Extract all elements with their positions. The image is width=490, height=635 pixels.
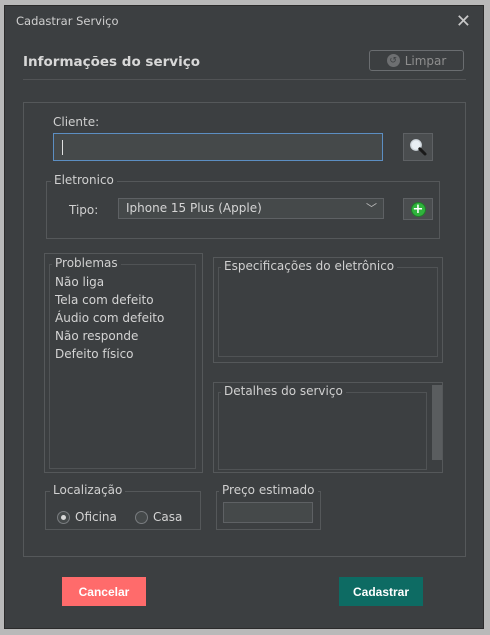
window-title: Cadastrar Serviço bbox=[16, 14, 119, 28]
problems-legend: Problemas bbox=[52, 256, 121, 270]
problem-item[interactable]: Não liga bbox=[55, 275, 104, 289]
radio-casa-label: Casa bbox=[153, 510, 183, 524]
header-divider bbox=[23, 79, 466, 80]
specs-group: Especificações do eletrônico bbox=[218, 259, 438, 357]
specs-textarea[interactable]: Especificações do eletrônico bbox=[213, 257, 443, 363]
details-group: Detalhes do serviço bbox=[218, 384, 427, 470]
type-label: Tipo: bbox=[69, 203, 99, 217]
problem-item[interactable]: Defeito físico bbox=[55, 347, 134, 361]
clear-button[interactable]: ↺ Limpar bbox=[369, 50, 464, 71]
radio-oficina[interactable]: Oficina bbox=[57, 510, 117, 524]
radio-oficina-label: Oficina bbox=[75, 510, 117, 524]
close-icon[interactable]: ✕ bbox=[456, 11, 471, 32]
type-select-value: Iphone 15 Plus (Apple) bbox=[126, 201, 262, 215]
type-select[interactable]: Iphone 15 Plus (Apple) ﹀ bbox=[118, 198, 384, 219]
details-textarea[interactable]: Detalhes do serviço bbox=[213, 382, 443, 473]
green-plus-icon: + bbox=[410, 201, 426, 217]
chevron-down-icon: ﹀ bbox=[366, 202, 377, 215]
client-input[interactable] bbox=[54, 134, 382, 160]
client-label: Cliente: bbox=[53, 115, 100, 129]
reset-icon: ↺ bbox=[386, 54, 400, 67]
clear-button-label: Limpar bbox=[404, 53, 447, 68]
dialog-window: Cadastrar Serviço ✕ Informações do servi… bbox=[4, 5, 484, 629]
price-legend: Preço estimado bbox=[219, 483, 318, 497]
section-title: Informações do serviço bbox=[23, 54, 200, 70]
submit-button[interactable]: Cadastrar bbox=[339, 577, 423, 606]
radio-oficina-circle[interactable] bbox=[57, 510, 70, 524]
add-electronic-button[interactable]: + bbox=[403, 198, 433, 220]
price-input[interactable] bbox=[223, 502, 313, 523]
cancel-button[interactable]: Cancelar bbox=[62, 577, 146, 606]
radio-casa[interactable]: Casa bbox=[135, 510, 182, 524]
radio-casa-circle[interactable] bbox=[135, 510, 148, 524]
magnifier-icon bbox=[410, 139, 427, 156]
problem-item[interactable]: Áudio com defeito bbox=[55, 311, 164, 325]
problem-item[interactable]: Tela com defeito bbox=[55, 293, 154, 307]
details-scrollbar[interactable] bbox=[432, 385, 442, 460]
client-input-wrapper[interactable] bbox=[53, 133, 383, 161]
location-legend: Localização bbox=[50, 483, 126, 497]
specs-legend: Especificações do eletrônico bbox=[221, 259, 398, 273]
search-button[interactable] bbox=[403, 133, 433, 161]
title-bar: Cadastrar Serviço ✕ bbox=[5, 6, 483, 36]
electronic-legend: Eletronico bbox=[51, 173, 117, 187]
problem-item[interactable]: Não responde bbox=[55, 329, 138, 343]
details-legend: Detalhes do serviço bbox=[221, 384, 346, 398]
